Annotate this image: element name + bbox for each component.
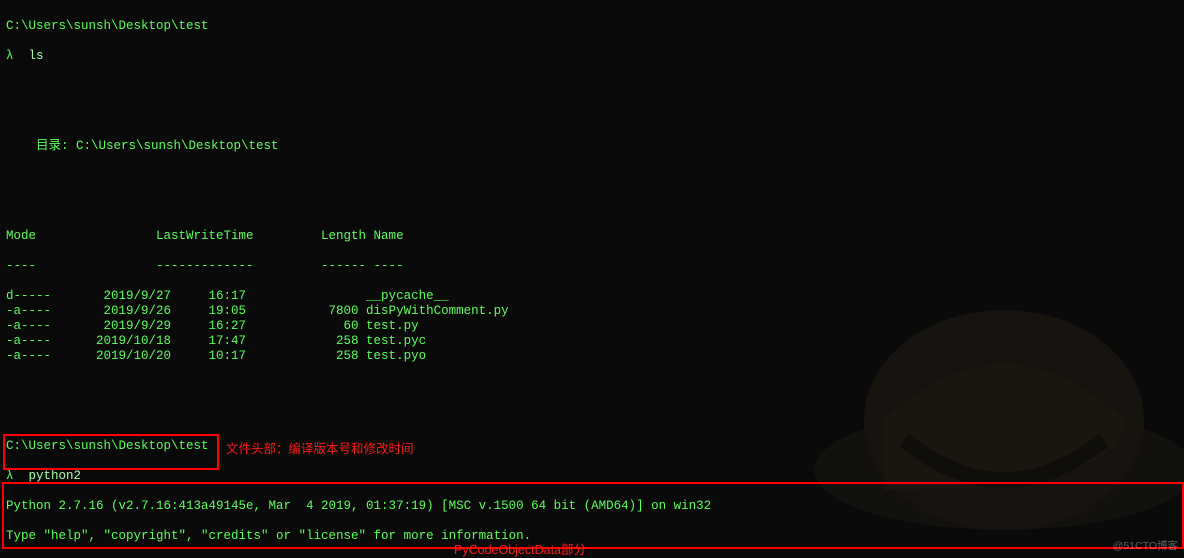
command-python2: python2 xyxy=(29,469,82,483)
terminal-pane[interactable]: C:\Users\sunsh\Desktop\test λ ls 目录: C:\… xyxy=(0,0,1184,558)
prompt-line-2: λ python2 xyxy=(6,469,1178,484)
prompt-line-1: λ ls xyxy=(6,49,1178,64)
listing-row: -a---- 2019/10/18 17:47 258 test.pyc xyxy=(6,334,1178,349)
annotation-pycodeobject: PyCodeObjectData部分 xyxy=(454,543,586,558)
annotation-file-header: 文件头部：编译版本号和修改时间 xyxy=(226,442,414,457)
listing-row: -a---- 2019/10/20 10:17 258 test.pyo xyxy=(6,349,1178,364)
listing-row: -a---- 2019/9/29 16:27 60 test.py xyxy=(6,319,1178,334)
prompt-path-2: C:\Users\sunsh\Desktop\test xyxy=(6,439,1178,454)
prompt-path-1: C:\Users\sunsh\Desktop\test xyxy=(6,19,1178,34)
watermark-text: @51CTO博客 xyxy=(1113,539,1178,554)
listing-row: d----- 2019/9/27 16:17 __pycache__ xyxy=(6,289,1178,304)
command-ls: ls xyxy=(29,49,44,63)
listing-header: Mode LastWriteTime Length Name xyxy=(6,229,1178,244)
listing-divider: ---- ------------- ------ ---- xyxy=(6,259,1178,274)
python-banner-1: Python 2.7.16 (v2.7.16:413a49145e, Mar 4… xyxy=(6,499,1178,514)
listing-row: -a---- 2019/9/26 19:05 7800 disPyWithCom… xyxy=(6,304,1178,319)
dir-header: 目录: C:\Users\sunsh\Desktop\test xyxy=(6,139,1178,154)
python-banner-2: Type "help", "copyright", "credits" or "… xyxy=(6,529,1178,544)
